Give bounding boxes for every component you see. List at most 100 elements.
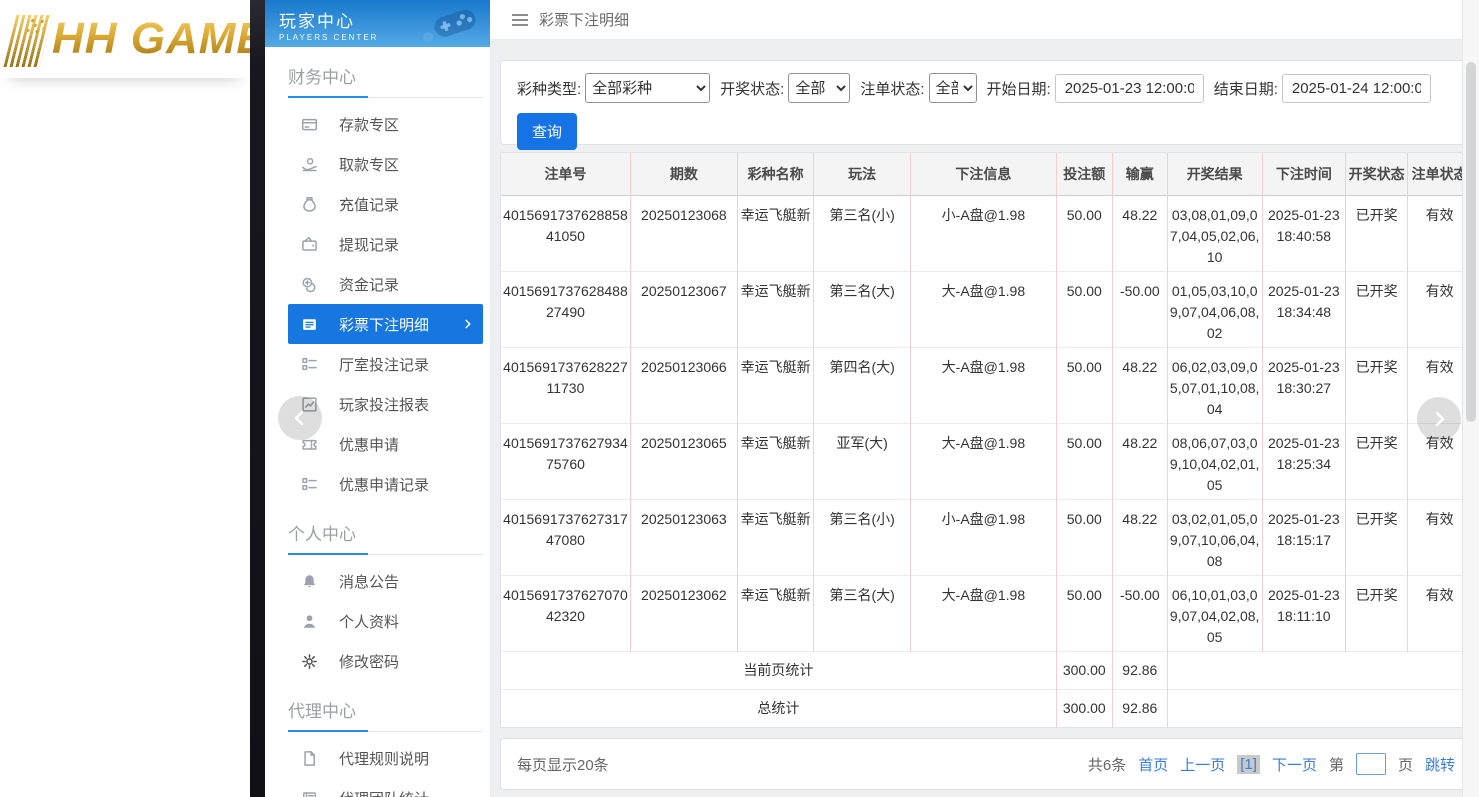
gear-icon	[301, 653, 319, 670]
column-header: 开奖结果	[1167, 153, 1262, 195]
sidebar-item-label: 提现记录	[339, 234, 399, 255]
sidebar-item-profile[interactable]: 个人资料	[288, 601, 483, 641]
table-row: 40156917376288584105020250123068幸运飞艇新第三名…	[501, 195, 1471, 271]
sidebar-header: 玩家中心 PLAYERS CENTER	[265, 0, 490, 47]
expand-right-button[interactable]	[1417, 397, 1461, 441]
table-cell: 幸运飞艇新	[737, 575, 813, 651]
next-page-link[interactable]: 下一页	[1272, 754, 1317, 775]
first-page-link[interactable]: 首页	[1138, 754, 1168, 775]
gamepad-icon	[416, 5, 482, 48]
table-cell: 03,08,01,09,07,04,05,02,06,10	[1167, 195, 1262, 271]
table-body: 40156917376288584105020250123068幸运飞艇新第三名…	[501, 195, 1471, 727]
page-scrollbar[interactable]	[1462, 0, 1479, 797]
sidebar-item-agent-rules[interactable]: 代理规则说明	[288, 738, 483, 778]
search-button[interactable]: 查询	[517, 113, 577, 150]
lottery-type-label: 彩种类型:	[517, 78, 581, 99]
sidebar-item-hall-bet-records[interactable]: 厅室投注记录	[288, 344, 483, 384]
column-header: 期数	[630, 153, 737, 195]
jump-button[interactable]: 跳转	[1425, 754, 1455, 775]
table-cell: 第三名(小)	[814, 195, 911, 271]
table-cell: 已开奖	[1346, 423, 1408, 499]
sidebar-item-message-notice[interactable]: 消息公告	[288, 561, 483, 601]
table-row: 40156917376282271173020250123066幸运飞艇新第四名…	[501, 347, 1471, 423]
table-cell: 20250123066	[630, 347, 737, 423]
bets-table: 注单号期数彩种名称玩法下注信息投注额输赢开奖结果下注时间开奖状态注单状态 401…	[501, 153, 1471, 727]
draw-status-label: 开奖状态:	[720, 78, 784, 99]
table-cell: 幸运飞艇新	[737, 271, 813, 347]
table-cell: 幸运飞艇新	[737, 195, 813, 271]
summary-winloss-total: 92.86	[1112, 689, 1167, 727]
sidebar-item-deposit-zone[interactable]: 存款专区	[288, 104, 483, 144]
summary-row: 总统计300.0092.86	[501, 689, 1471, 727]
sidebar-item-label: 充值记录	[339, 194, 399, 215]
chevron-left-icon	[287, 405, 313, 431]
start-date-input[interactable]	[1055, 74, 1204, 103]
sidebar-item-label: 消息公告	[339, 571, 399, 592]
table-cell: 20250123063	[630, 499, 737, 575]
draw-status-select[interactable]: 全部	[788, 73, 850, 103]
current-page-indicator: [1]	[1237, 755, 1260, 774]
table-cell: 50.00	[1056, 499, 1112, 575]
sidebar-item-change-password[interactable]: 修改密码	[288, 641, 483, 681]
scrollbar-thumb[interactable]	[1466, 62, 1476, 422]
page-title: 彩票下注明细	[539, 9, 629, 30]
logo-stripes-decoration	[4, 15, 53, 67]
sidebar-item-withdraw-zone[interactable]: 取款专区	[288, 144, 483, 184]
main-area: 彩票下注明细 彩种类型: 全部彩种 开奖状态: 全部 注单状态:	[490, 0, 1479, 797]
prev-page-link[interactable]: 上一页	[1180, 754, 1225, 775]
logo-text: HH GAME	[52, 14, 250, 64]
sidebar-section-title: 代理中心	[288, 694, 483, 732]
table-cell: 已开奖	[1346, 271, 1408, 347]
table-cell: 2025-01-23 18:40:58	[1262, 195, 1346, 271]
table-cell: 50.00	[1056, 575, 1112, 651]
topbar: 彩票下注明细	[490, 0, 1479, 40]
dark-edge-strip	[250, 0, 265, 797]
moneybag-icon	[301, 196, 319, 213]
sidebar-item-promo-apply-records[interactable]: 优惠申请记录	[288, 464, 483, 504]
table-cell: 2025-01-23 18:11:10	[1262, 575, 1346, 651]
order-status-select[interactable]: 全部	[929, 73, 977, 103]
table-cell: 幸运飞艇新	[737, 347, 813, 423]
table-cell: 2025-01-23 18:25:34	[1262, 423, 1346, 499]
summary-label: 当前页统计	[501, 651, 1056, 689]
sidebar-item-agent-team-stats[interactable]: 代理团队统计	[288, 778, 483, 797]
app-window: HH GAME 玩家中心 PLAYERS CENTER	[0, 0, 1479, 797]
brand-column: HH GAME	[0, 0, 250, 797]
table-row: 40156917376273174708020250123063幸运飞艇新第三名…	[501, 499, 1471, 575]
list-check-icon	[301, 356, 319, 373]
table-cell: 2025-01-23 18:15:17	[1262, 499, 1346, 575]
sidebar-item-lottery-bet-details[interactable]: 彩票下注明细	[288, 304, 483, 344]
collapse-left-button[interactable]	[278, 396, 322, 440]
sidebar-item-label: 资金记录	[339, 274, 399, 295]
table-cell: 第三名(大)	[814, 271, 911, 347]
table-cell: 小-A盘@1.98	[911, 499, 1057, 575]
chevron-right-icon	[1426, 406, 1452, 432]
sidebar-item-recharge-records[interactable]: 充值记录	[288, 184, 483, 224]
page-jump-input[interactable]	[1356, 753, 1386, 775]
sidebar-item-label: 优惠申请	[339, 434, 399, 455]
sidebar-toggle-button[interactable]	[512, 11, 528, 29]
sidebar-item-label: 取款专区	[339, 154, 399, 175]
end-date-input[interactable]	[1282, 74, 1431, 103]
table-cell: 401569173762793475760	[501, 423, 630, 499]
start-date-label: 开始日期:	[987, 78, 1051, 99]
wallet-icon	[301, 236, 319, 253]
summary-winloss-total: 92.86	[1112, 651, 1167, 689]
column-header: 注单号	[501, 153, 630, 195]
active-item-chevron-icon	[461, 317, 475, 331]
sidebar-item-withdrawal-records[interactable]: 提现记录	[288, 224, 483, 264]
lottery-type-select[interactable]: 全部彩种	[585, 73, 710, 103]
table-cell: 401569173762885841050	[501, 195, 630, 271]
summary-bet-total: 300.00	[1056, 651, 1112, 689]
table-cell: 小-A盘@1.98	[911, 195, 1057, 271]
sidebar-item-funds-records[interactable]: 资金记录	[288, 264, 483, 304]
table-cell: 第三名(小)	[814, 499, 911, 575]
table-cell: 已开奖	[1346, 575, 1408, 651]
table-cell: -50.00	[1112, 271, 1167, 347]
table-cell: 20250123065	[630, 423, 737, 499]
table-cell: 已开奖	[1346, 195, 1408, 271]
ledger-icon	[301, 790, 319, 797]
table-cell: 48.22	[1112, 195, 1167, 271]
table-cell: 已开奖	[1346, 347, 1408, 423]
pagination-bar: 每页显示20条 共6条 首页 上一页 [1] 下一页 第 页 跳转	[500, 738, 1472, 790]
